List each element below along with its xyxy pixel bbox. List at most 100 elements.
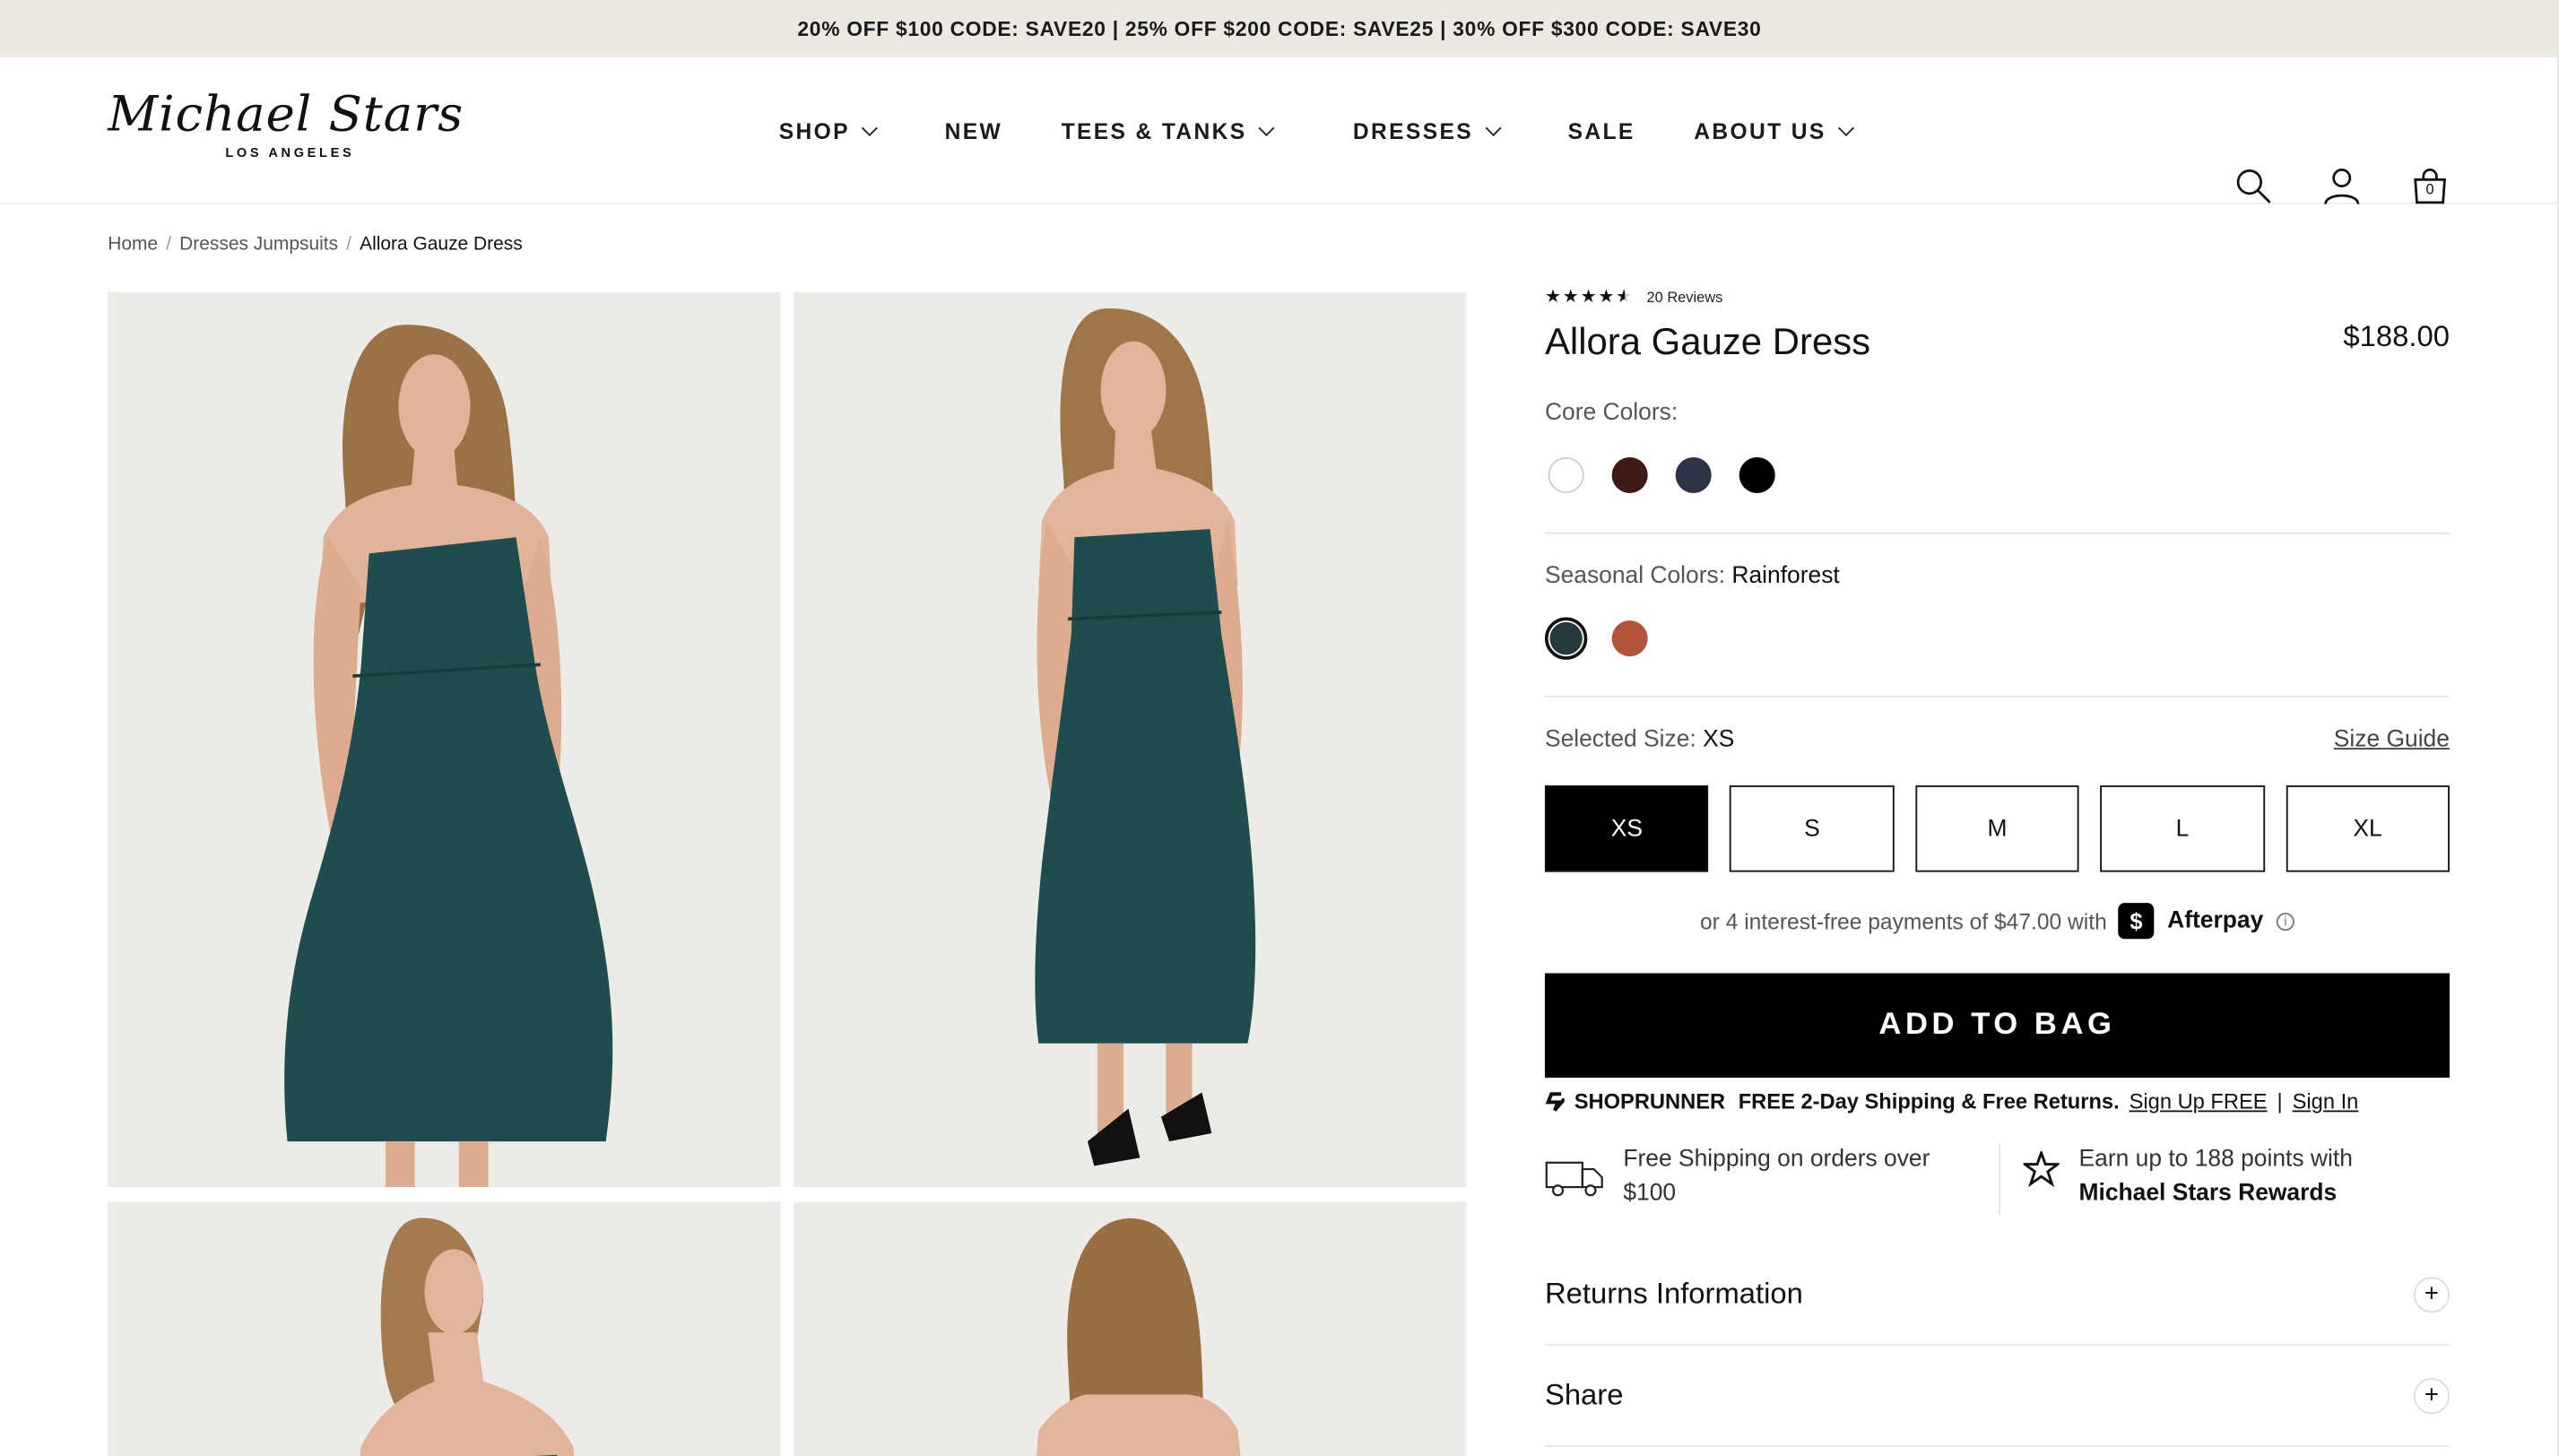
- main-nav: SHOP NEW TEES & TANKS DRESSES SALE ABOUT…: [778, 57, 1855, 204]
- swatch-rainforest[interactable]: [1544, 617, 1588, 660]
- seasonal-color-swatches: [1544, 617, 2450, 660]
- rating-star-fill: ★: [1598, 287, 1617, 308]
- afterpay-text: or 4 interest-free payments of $47.00 wi…: [1700, 908, 2107, 933]
- nav-shop[interactable]: SHOP: [778, 118, 879, 143]
- accordion-returns[interactable]: Returns Information +: [1544, 1244, 2450, 1346]
- logo-wordmark: Michael Stars: [108, 86, 464, 144]
- breadcrumb-separator: /: [346, 235, 352, 256]
- perks-row: Free Shipping on orders over $100 Earn u…: [1545, 1142, 2450, 1216]
- breadcrumb-category[interactable]: Dresses Jumpsuits: [179, 235, 338, 255]
- cart-icon[interactable]: 0: [2410, 167, 2450, 206]
- nav-about-label: ABOUT US: [1694, 118, 1826, 143]
- breadcrumb-current: Allora Gauze Dress: [360, 235, 523, 256]
- size-xs-button[interactable]: XS: [1544, 785, 1709, 872]
- seasonal-colors-label: Seasonal Colors: Rainforest: [1545, 563, 2450, 589]
- rating-stars: ★★★★★★★★★★: [1545, 286, 1634, 308]
- size-xl-button[interactable]: XL: [2286, 785, 2451, 872]
- nav-new[interactable]: NEW: [945, 118, 1002, 143]
- shoprunner-separator: |: [2277, 1088, 2283, 1114]
- swatch-rust[interactable]: [1609, 617, 1651, 659]
- logo-subtitle: LOS ANGELES: [225, 145, 355, 160]
- promo-banner: 20% OFF $100 CODE: SAVE20 | 25% OFF $200…: [0, 0, 2559, 57]
- nav-tees-tanks[interactable]: TEES & TANKS: [1061, 118, 1276, 143]
- size-m-button[interactable]: M: [1915, 785, 2079, 872]
- rating-star-fill: ★: [1544, 287, 1563, 308]
- divider: [1544, 532, 2450, 534]
- perk-free-shipping: Free Shipping on orders over $100: [1545, 1143, 1963, 1211]
- star-icon: [2023, 1151, 2060, 1188]
- size-selector: XS S M L XL: [1544, 785, 2451, 872]
- afterpay-brand: Afterpay: [2167, 907, 2264, 934]
- chevron-down-icon: [1485, 119, 1502, 136]
- rating-star-fill: ★: [1562, 287, 1581, 308]
- chevron-down-icon: [862, 119, 879, 136]
- product-price: $188.00: [2343, 319, 2450, 353]
- accordion-returns-title: Returns Information: [1544, 1277, 1803, 1310]
- product-details: ★★★★★★★★★★ 20 Reviews Allora Gauze Dress…: [1544, 286, 2451, 1447]
- truck-icon: [1545, 1161, 1603, 1197]
- rating-star: ★★: [1616, 286, 1634, 308]
- product-title: Allora Gauze Dress: [1544, 319, 1871, 363]
- swatch-brown[interactable]: [1609, 454, 1651, 496]
- chevron-down-icon: [1259, 119, 1276, 136]
- rating-star: ★★: [1598, 287, 1617, 308]
- nav-sale-label: SALE: [1567, 118, 1635, 143]
- review-count: 20 Reviews: [1646, 288, 1723, 305]
- add-to-bag-button[interactable]: ADD TO BAG: [1544, 973, 2450, 1079]
- account-icon[interactable]: [2322, 167, 2362, 206]
- breadcrumb-home[interactable]: Home: [108, 235, 158, 255]
- shoprunner-signin-link[interactable]: Sign In: [2293, 1089, 2359, 1114]
- nav-tees-label: TEES & TANKS: [1061, 118, 1247, 143]
- nav-dresses[interactable]: DRESSES: [1353, 118, 1502, 143]
- product-image-front[interactable]: [108, 292, 781, 1188]
- rating-star-fill: ★: [1580, 287, 1599, 308]
- chevron-down-icon: [1838, 119, 1855, 136]
- size-l-button[interactable]: L: [2100, 785, 2265, 872]
- product-image-side[interactable]: [794, 292, 1467, 1188]
- size-label-prefix: Selected Size:: [1544, 726, 1696, 753]
- rating-star: ★★: [1562, 287, 1581, 308]
- nav-sale[interactable]: SALE: [1568, 118, 1635, 143]
- shoprunner-banner: SHOPRUNNER FREE 2-Day Shipping & Free Re…: [1545, 1089, 2450, 1114]
- perk-shipping-line2: $100: [1623, 1180, 1677, 1207]
- shoprunner-brand: SHOPRUNNER: [1574, 1088, 1726, 1114]
- perk-points-line2[interactable]: Michael Stars Rewards: [2079, 1181, 2338, 1207]
- shoprunner-offer: FREE 2-Day Shipping & Free Returns.: [1738, 1088, 2120, 1114]
- nav-new-label: NEW: [944, 118, 1003, 143]
- rating-star-fill: ★: [1616, 286, 1625, 308]
- breadcrumb-separator: /: [166, 235, 172, 256]
- swatch-white[interactable]: [1545, 454, 1587, 496]
- perk-points-line1: Earn up to 188 points with: [2078, 1146, 2353, 1173]
- size-guide-link[interactable]: Size Guide: [2334, 726, 2450, 752]
- site-header: Michael Stars LOS ANGELES SHOP NEW TEES …: [0, 57, 2559, 206]
- product-image-profile[interactable]: [108, 1201, 781, 1456]
- info-icon[interactable]: i: [2276, 912, 2294, 931]
- perk-rewards: Earn up to 188 points with Michael Stars…: [2023, 1143, 2353, 1211]
- perk-shipping-line1: Free Shipping on orders over: [1623, 1146, 1930, 1173]
- header-actions: 0: [2234, 167, 2450, 206]
- seasonal-selected-color: Rainforest: [1731, 563, 1840, 590]
- core-colors-label: Core Colors:: [1544, 400, 1679, 427]
- afterpay-message: or 4 interest-free payments of $47.00 wi…: [1545, 903, 2450, 940]
- accordion-share[interactable]: Share +: [1544, 1346, 2450, 1447]
- logo[interactable]: Michael Stars LOS ANGELES: [108, 86, 467, 171]
- search-icon[interactable]: [2234, 167, 2274, 206]
- nav-shop-label: SHOP: [778, 118, 850, 143]
- core-color-swatches: [1545, 454, 2450, 496]
- cart-count: 0: [2425, 181, 2434, 198]
- plus-icon: +: [2413, 1276, 2450, 1313]
- product-rating[interactable]: ★★★★★★★★★★ 20 Reviews: [1545, 286, 2450, 308]
- nav-about-us[interactable]: ABOUT US: [1694, 118, 1855, 143]
- size-selected-value: XS: [1703, 726, 1735, 753]
- product-image-back[interactable]: [794, 1201, 1467, 1456]
- breadcrumb: Home / Dresses Jumpsuits / Allora Gauze …: [108, 235, 523, 255]
- rating-star: ★★: [1544, 287, 1563, 308]
- size-s-button[interactable]: S: [1730, 785, 1895, 872]
- shoprunner-signup-link[interactable]: Sign Up FREE: [2130, 1089, 2268, 1114]
- swatch-black[interactable]: [1736, 454, 1778, 496]
- plus-icon: +: [2413, 1377, 2450, 1414]
- afterpay-icon: $: [2118, 903, 2155, 940]
- swatch-navy[interactable]: [1672, 454, 1714, 496]
- seasonal-colors-prefix: Seasonal Colors:: [1544, 563, 1726, 590]
- selected-size-label: Selected Size: XS: [1545, 726, 1734, 752]
